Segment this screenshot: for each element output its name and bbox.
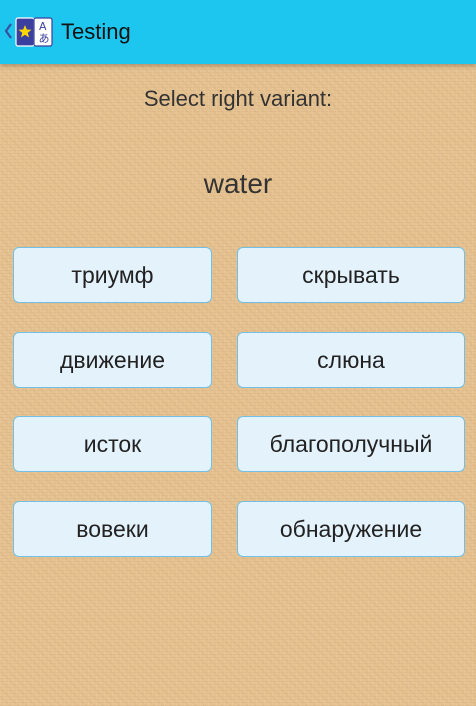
instruction-text: Select right variant: — [143, 86, 333, 111]
chevron-left-icon[interactable] — [3, 19, 13, 43]
answer-option-8[interactable]: обнаружение — [237, 501, 465, 557]
answer-option-5[interactable]: исток — [13, 416, 212, 472]
answer-option-7[interactable]: вовеки — [13, 501, 212, 557]
answer-option-2[interactable]: скрывать — [237, 247, 465, 303]
page-title: Testing — [61, 19, 131, 44]
answer-option-1[interactable]: триумф — [13, 247, 212, 303]
answer-option-3[interactable]: движение — [13, 332, 212, 388]
answer-option-4[interactable]: слюна — [237, 332, 465, 388]
question-word: water — [203, 168, 273, 199]
svg-text:あ: あ — [39, 32, 50, 45]
app-icon[interactable]: A あ — [14, 16, 54, 48]
action-bar: A あ Testing — [0, 0, 476, 64]
answer-option-6[interactable]: благополучный — [237, 416, 465, 472]
